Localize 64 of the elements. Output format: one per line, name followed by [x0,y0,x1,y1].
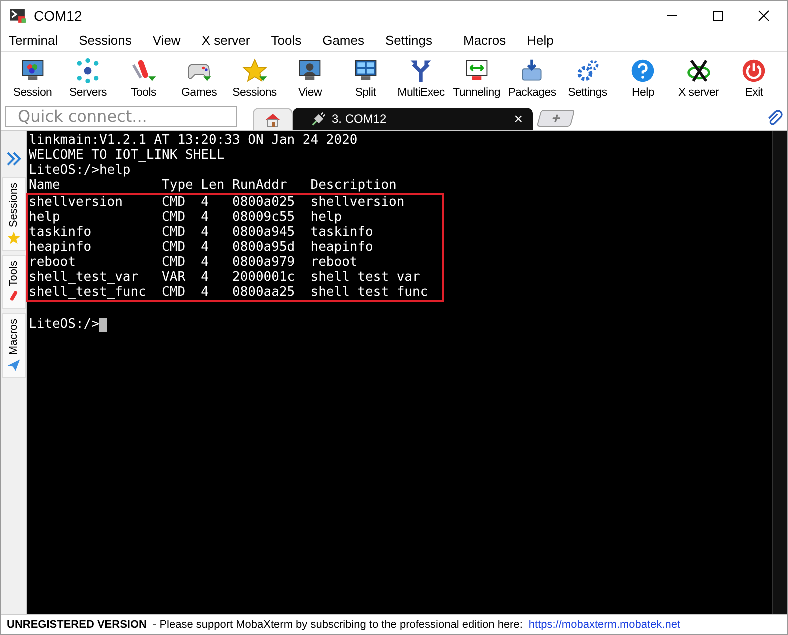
terminal-line: reboot CMD 4 0800a979 reboot [29,255,358,270]
window-title: COM12 [34,8,84,24]
help-icon [630,58,656,84]
scrollbar[interactable] [772,131,787,614]
network-icon [75,58,102,84]
double-chevron-icon[interactable] [6,151,22,167]
menu-item[interactable]: Games [322,33,364,48]
paper-plane-icon [6,358,20,372]
menu-item[interactable]: Settings [386,33,432,48]
menu-item[interactable]: Terminal [9,33,58,48]
toolbar-button[interactable]: Split [338,58,394,99]
terminal-line: shell_test_var VAR 4 2000001c shell test var [29,270,420,285]
plus-icon [550,114,562,123]
quick-connect-field[interactable]: Quick connect... [5,106,237,127]
app-icon [9,7,26,24]
cursor [99,318,108,332]
toolbar-button[interactable]: Session [5,58,60,99]
home-tab[interactable] [253,108,293,130]
star-icon [242,58,268,84]
session-tab[interactable]: 3. COM12 × [293,108,533,130]
side-tab[interactable]: Macros [2,313,26,378]
star-icon [6,230,20,245]
side-tab[interactable]: Sessions [2,177,26,251]
house-icon [265,112,281,128]
terminal-line: help CMD 4 08009c55 help [29,210,342,225]
terminal-line: heapinfo CMD 4 0800a95d heapinfo [29,240,374,255]
terminal-line: linkmain:V1.2.1 AT 13:20:33 ON Jan 24 2020 [29,133,358,148]
menu-item[interactable]: Sessions [79,33,132,48]
side-tab[interactable]: Tools [2,254,26,310]
terminal-line: WELCOME TO IOT_LINK SHELL [29,148,225,163]
menu-item[interactable]: View [152,33,181,48]
terminal-line: Name Type Len RunAddr Description [29,178,397,193]
toolbar-button[interactable]: Exit [726,58,782,99]
toolbar-button[interactable]: MultiExec [394,58,449,99]
menu-item[interactable]: Help [527,33,554,48]
maximize-icon[interactable] [712,10,724,22]
toolbar-button[interactable]: Tools [116,58,172,99]
x-logo-icon [686,58,712,84]
toolbar-button[interactable]: Packages [504,58,560,99]
terminal-line: LiteOS:/>help [29,163,131,178]
paperclip-icon[interactable] [766,110,783,127]
toolbar-button[interactable]: Tunneling [449,58,504,99]
status-title: UNREGISTERED VERSION [7,618,147,630]
tab-close-button[interactable]: × [514,110,523,128]
menu-item[interactable]: Macros [463,33,506,48]
terminal-line: taskinfo CMD 4 0800a945 taskinfo [29,225,374,240]
toolbar-button[interactable]: Games [172,58,227,99]
new-tab-button[interactable] [536,110,576,127]
status-link[interactable]: https://mobaxterm.mobatek.net [528,618,681,630]
toolbar-button[interactable]: Servers [60,58,116,99]
terminal-line: shell_test_func CMD 4 0800aa25 shell test func [29,285,428,300]
toolbar-button[interactable]: Sessions [227,58,282,99]
close-icon[interactable] [758,10,770,22]
toolbar-button[interactable]: Settings [560,58,616,99]
plug-icon [311,112,326,126]
status-message: - Please support MobaXterm by subscribing to the professional edition here: [152,618,523,630]
toolbar-button[interactable]: Help [616,58,671,99]
menu-item[interactable]: X server [202,33,250,48]
menu-item[interactable]: Tools [271,33,302,48]
terminal-prompt: LiteOS:/> [29,317,100,332]
toolbar-button[interactable]: View [282,58,338,99]
toolbar-button[interactable]: X server [671,58,726,99]
power-icon [741,58,768,84]
terminal-line: shellversion CMD 4 0800a025 shellversion [29,195,405,210]
